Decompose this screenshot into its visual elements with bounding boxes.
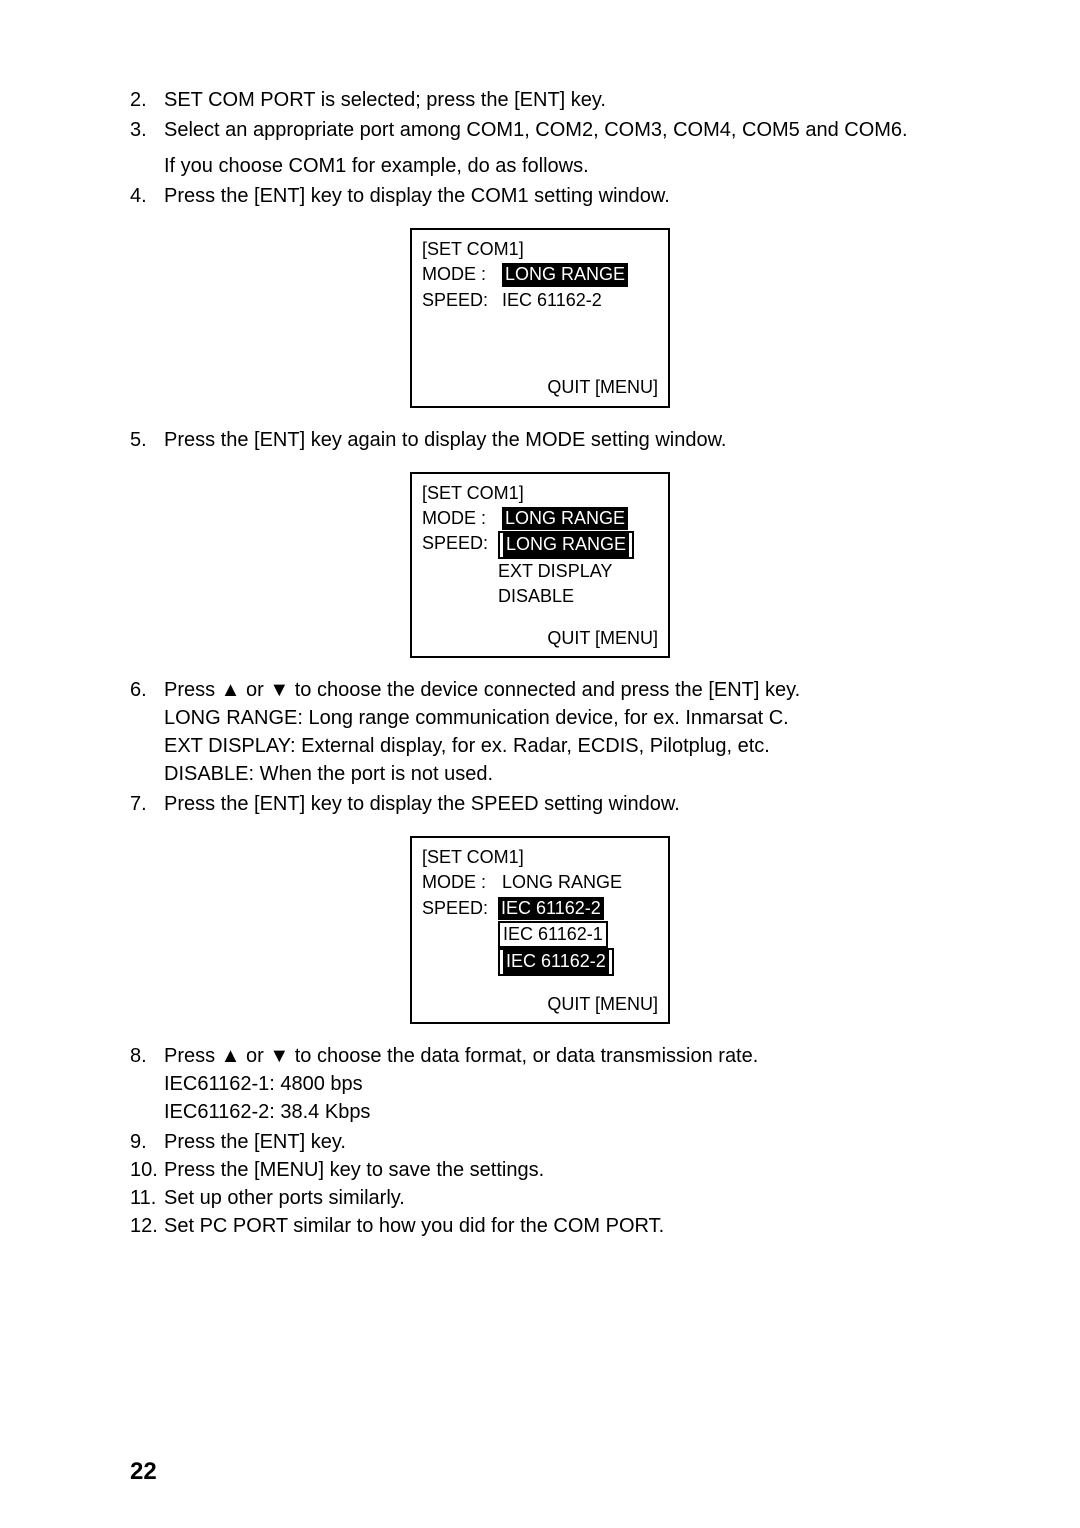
- step-8c: IEC61162-2: 38.4 Kbps: [164, 1098, 950, 1126]
- lcd-speed-label: SPEED:: [422, 532, 498, 557]
- lcd-mode-line: MODE : LONG RANGE: [422, 507, 658, 530]
- step-number: 2.: [130, 86, 164, 114]
- lcd-mode-value-selected: LONG RANGE: [502, 507, 628, 530]
- lcd-option-ext-display: EXT DISPLAY: [498, 560, 658, 583]
- lcd-title: [SET COM1]: [422, 846, 658, 869]
- step-6: 6. Press ▲ or ▼ to choose the device con…: [130, 676, 950, 788]
- lcd-option-boxed: LONG RANGE: [498, 531, 634, 558]
- lcd-option-iec2: IEC 61162-2: [503, 950, 609, 973]
- lcd-speed-label: SPEED:: [422, 289, 502, 312]
- lcd-speed-line: SPEED: IEC 61162-2: [422, 897, 658, 920]
- step-number: 8.: [130, 1042, 164, 1126]
- lcd-mode-label: MODE :: [422, 263, 502, 286]
- step-number: 3.: [130, 116, 164, 180]
- step-number: 4.: [130, 182, 164, 210]
- lcd-mode-value-selected: LONG RANGE: [502, 263, 628, 286]
- lcd-title: [SET COM1]: [422, 482, 658, 505]
- lcd-option-box: IEC 61162-2: [498, 949, 658, 974]
- step-8b: IEC61162-1: 4800 bps: [164, 1070, 950, 1098]
- step-8a: Press ▲ or ▼ to choose the data format, …: [164, 1042, 950, 1070]
- step-5: 5. Press the [ENT] key again to display …: [130, 426, 950, 454]
- step-9: 9. Press the [ENT] key.: [130, 1128, 950, 1156]
- step-text: Press the [ENT] key again to display the…: [164, 426, 950, 454]
- step-8: 8. Press ▲ or ▼ to choose the data forma…: [130, 1042, 950, 1126]
- step-11: 11. Set up other ports similarly.: [130, 1184, 950, 1212]
- step-text: Press ▲ or ▼ to choose the device connec…: [164, 676, 950, 788]
- lcd-quit: QUIT [MENU]: [422, 993, 658, 1016]
- lcd-speed-value-selected: IEC 61162-2: [498, 897, 604, 920]
- step-3: 3. Select an appropriate port among COM1…: [130, 116, 950, 180]
- step-text: Set up other ports similarly.: [164, 1184, 950, 1212]
- step-6d: DISABLE: When the port is not used.: [164, 760, 950, 788]
- step-number: 10.: [130, 1156, 164, 1184]
- step-number: 6.: [130, 676, 164, 788]
- step-text: SET COM PORT is selected; press the [ENT…: [164, 86, 950, 114]
- step-text: Press the [MENU] key to save the setting…: [164, 1156, 950, 1184]
- lcd-window-1: [SET COM1] MODE : LONG RANGE SPEED: IEC …: [410, 228, 670, 408]
- step-7: 7. Press the [ENT] key to display the SP…: [130, 790, 950, 818]
- step-6a: Press ▲ or ▼ to choose the device connec…: [164, 676, 950, 704]
- lcd-option-long-range: LONG RANGE: [503, 533, 629, 556]
- lcd-window-2: [SET COM1] MODE : LONG RANGE SPEED: LONG…: [410, 472, 670, 658]
- step-text: Press the [ENT] key.: [164, 1128, 950, 1156]
- step-text: Press ▲ or ▼ to choose the data format, …: [164, 1042, 950, 1126]
- step-6c: EXT DISPLAY: External display, for ex. R…: [164, 732, 950, 760]
- lcd-mode-label: MODE :: [422, 871, 502, 894]
- lcd-mode-value: LONG RANGE: [502, 871, 622, 894]
- step-number: 12.: [130, 1212, 164, 1240]
- step-number: 11.: [130, 1184, 164, 1212]
- step-10: 10. Press the [MENU] key to save the set…: [130, 1156, 950, 1184]
- lcd-speed-value: IEC 61162-2: [502, 289, 602, 312]
- lcd-mode-line: MODE : LONG RANGE: [422, 871, 658, 894]
- lcd-title: [SET COM1]: [422, 238, 658, 261]
- step-text: Set PC PORT similar to how you did for t…: [164, 1212, 950, 1240]
- step-subtext: If you choose COM1 for example, do as fo…: [164, 152, 950, 180]
- lcd-option-disable: DISABLE: [498, 585, 658, 608]
- lcd-quit: QUIT [MENU]: [422, 627, 658, 650]
- step-text-line: Select an appropriate port among COM1, C…: [164, 119, 908, 141]
- lcd-quit: QUIT [MENU]: [422, 376, 658, 399]
- step-number: 7.: [130, 790, 164, 818]
- step-text: Press the [ENT] key to display the SPEED…: [164, 790, 950, 818]
- step-4: 4. Press the [ENT] key to display the CO…: [130, 182, 950, 210]
- lcd-speed-line: SPEED: LONG RANGE: [422, 532, 658, 557]
- lcd-window-3: [SET COM1] MODE : LONG RANGE SPEED: IEC …: [410, 836, 670, 1024]
- lcd-speed-line: SPEED: IEC 61162-2: [422, 289, 658, 312]
- lcd-option-iec1: IEC 61162-1: [498, 921, 608, 948]
- step-12: 12. Set PC PORT similar to how you did f…: [130, 1212, 950, 1240]
- step-number: 9.: [130, 1128, 164, 1156]
- lcd-mode-label: MODE :: [422, 507, 502, 530]
- lcd-option-box: IEC 61162-1: [498, 922, 658, 947]
- page-number: 22: [130, 1458, 157, 1486]
- step-text: Press the [ENT] key to display the COM1 …: [164, 182, 950, 210]
- step-6b: LONG RANGE: Long range communication dev…: [164, 704, 950, 732]
- step-text: Select an appropriate port among COM1, C…: [164, 116, 950, 180]
- lcd-speed-label: SPEED:: [422, 897, 498, 920]
- step-2: 2. SET COM PORT is selected; press the […: [130, 86, 950, 114]
- lcd-mode-line: MODE : LONG RANGE: [422, 263, 658, 286]
- step-number: 5.: [130, 426, 164, 454]
